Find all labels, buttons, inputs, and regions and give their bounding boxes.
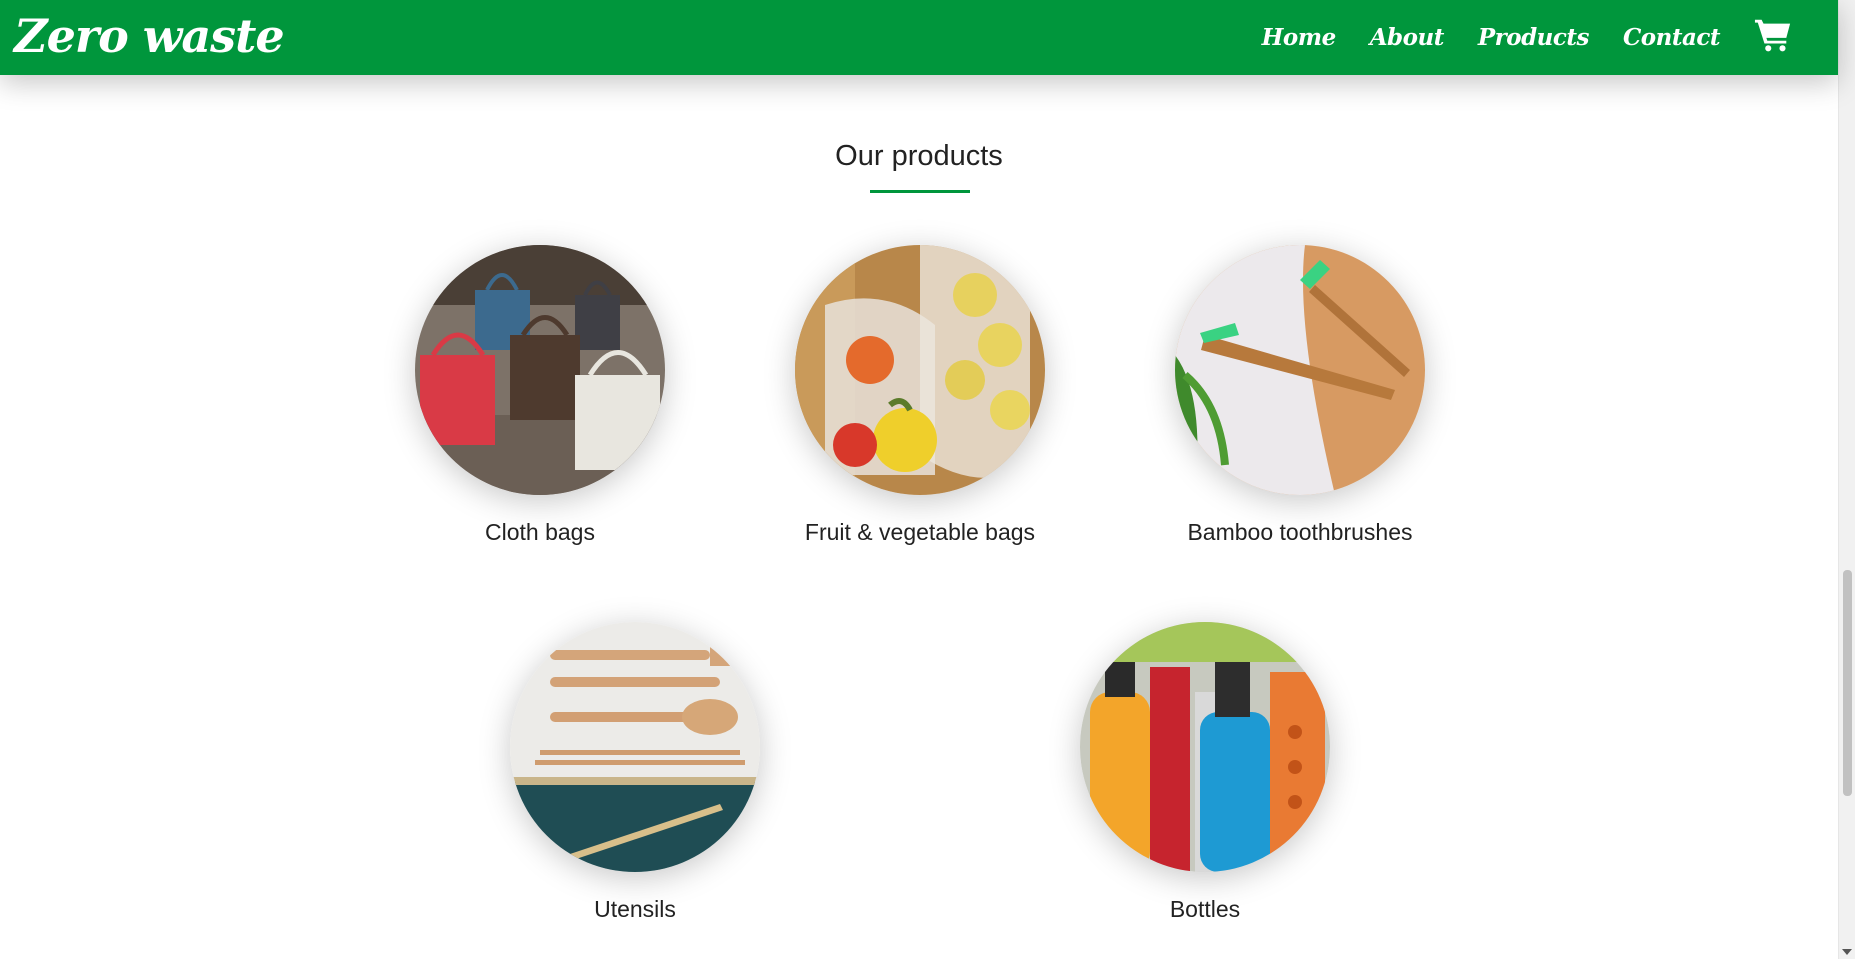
reusable-bottles-photo — [1080, 622, 1330, 872]
nav-about-link[interactable]: About — [1370, 24, 1445, 51]
bottles-image[interactable] — [1080, 622, 1330, 872]
vertical-scrollbar[interactable] — [1838, 0, 1855, 959]
brand-logo[interactable]: Zero waste — [14, 4, 285, 68]
nav-contact-link[interactable]: Contact — [1623, 24, 1721, 51]
cloth-bags-image[interactable] — [415, 245, 665, 495]
cloth-bags-photo — [415, 245, 665, 495]
product-label[interactable]: Bottles — [1040, 896, 1370, 923]
scroll-down-arrow-icon[interactable] — [1842, 949, 1852, 955]
product-card-utensils: Utensils — [470, 622, 800, 923]
section-title: Our products — [835, 140, 1003, 172]
utensils-image[interactable] — [510, 622, 760, 872]
product-label[interactable]: Utensils — [470, 896, 800, 923]
product-label[interactable]: Bamboo toothbrushes — [1135, 519, 1465, 546]
product-card-cloth-bags: Cloth bags — [375, 245, 705, 546]
product-label[interactable]: Fruit & vegetable bags — [755, 519, 1085, 546]
nav-home-link[interactable]: Home — [1262, 24, 1337, 51]
page: Zero waste Home About Products Contact O… — [0, 0, 1855, 959]
bamboo-utensils-photo — [510, 622, 760, 872]
top-navbar: Zero waste Home About Products Contact — [0, 0, 1838, 75]
product-card-bamboo-toothbrushes: Bamboo toothbrushes — [1135, 245, 1465, 546]
product-card-bottles: Bottles — [1040, 622, 1370, 923]
scrollbar-thumb[interactable] — [1843, 570, 1852, 796]
product-label[interactable]: Cloth bags — [375, 519, 705, 546]
nav-links: Home About Products Contact — [1228, 0, 1838, 75]
bamboo-toothbrush-photo — [1175, 245, 1425, 495]
bamboo-toothbrushes-image[interactable] — [1175, 245, 1425, 495]
produce-bags-photo — [795, 245, 1045, 495]
product-card-produce-bags: Fruit & vegetable bags — [755, 245, 1085, 546]
title-underline — [870, 190, 970, 193]
produce-bags-image[interactable] — [795, 245, 1045, 495]
shopping-cart-icon[interactable] — [1754, 16, 1792, 54]
nav-products-link[interactable]: Products — [1478, 24, 1590, 51]
